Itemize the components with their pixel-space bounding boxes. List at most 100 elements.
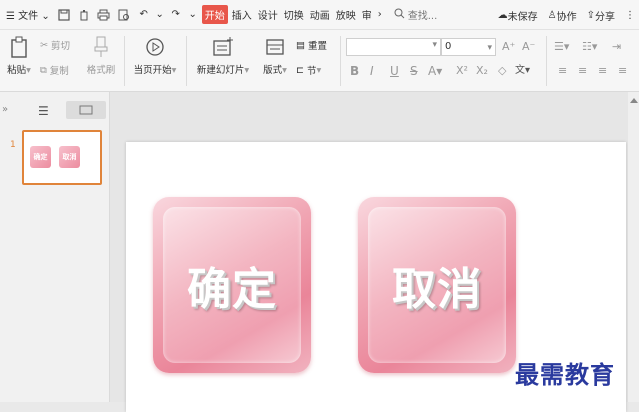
share-button[interactable]: ⇪ 分享 (587, 8, 615, 23)
font-color-icon[interactable]: A▾ (428, 64, 442, 78)
search-placeholder: 查找... (407, 11, 438, 22)
font-size-select[interactable]: 0 ▾ (441, 38, 496, 56)
collaborate-button[interactable]: ♙ 协作 (548, 8, 577, 23)
scroll-up-icon[interactable] (630, 98, 638, 103)
copy-label: 复制 (49, 66, 69, 77)
print-preview-icon[interactable] (116, 7, 132, 23)
play-from-current-label: 当页开始 (133, 65, 172, 76)
unsaved-button[interactable]: ☁ 未保存 (498, 8, 538, 23)
undo-dropdown-icon[interactable]: ⌄ (156, 7, 164, 23)
cut-label: 剪切 (50, 41, 70, 52)
ribbon-separator (546, 36, 547, 86)
layout-dropdown-icon: ▾ (282, 65, 287, 76)
increase-font-icon[interactable]: A⁺ (502, 40, 515, 53)
collapse-panel-icon[interactable]: » (2, 104, 8, 115)
share-label: 分享 (595, 11, 615, 23)
tab-transitions[interactable]: 切换 (282, 7, 306, 22)
vertical-scrollbar[interactable] (628, 92, 639, 402)
search-icon (394, 8, 405, 22)
layout-icon (266, 39, 284, 55)
print-icon[interactable] (96, 7, 112, 23)
clear-format-icon[interactable]: ◇ (498, 64, 506, 77)
cloud-icon: ☁ (497, 9, 508, 21)
align-left-icon[interactable]: ≡ (558, 64, 567, 77)
numbered-list-icon[interactable]: ☷▾ (582, 40, 597, 53)
strikethrough-icon[interactable]: S (410, 64, 418, 78)
ribbon: 粘贴▾ ✂ 剪切 ⧉ 复制 格式刷 当页开始▾ 新建幻灯片▾ 版式▾ ▤ 重置 … (0, 30, 639, 92)
file-menu-label: 文件 (18, 11, 39, 22)
more-tabs-arrow[interactable]: › (376, 9, 384, 20)
watermark-text: 最需教育 (515, 360, 615, 389)
paste-label: 粘贴 (7, 65, 27, 76)
chevron-down-icon: ▾ (487, 43, 492, 53)
indent-icon[interactable]: ⇥ (612, 40, 621, 53)
reset-button[interactable]: ▤ 重置 (296, 38, 327, 53)
file-menu[interactable]: ☰ 文件 ⌄ (6, 7, 50, 22)
new-slide-button[interactable]: 新建幻灯片▾ (193, 36, 253, 76)
section-icon: ⊏ (296, 64, 304, 76)
redo-icon[interactable]: ↷ (168, 7, 184, 23)
align-right-icon[interactable]: ≡ (598, 64, 607, 77)
play-icon (146, 38, 164, 56)
copy-button[interactable]: ⧉ 复制 (40, 63, 69, 78)
phonetic-guide-icon[interactable]: 文▾ (515, 61, 530, 76)
new-slide-icon (213, 37, 233, 56)
section-dropdown-icon: ▾ (316, 64, 322, 76)
ribbon-separator (124, 36, 125, 86)
tab-insert[interactable]: 插入 (230, 7, 254, 22)
save-icon[interactable] (56, 7, 72, 23)
paste-button[interactable]: 粘贴▾ (4, 36, 34, 76)
more-options-icon[interactable]: ⋮ (625, 10, 635, 21)
format-painter-button[interactable]: 格式刷 (84, 36, 118, 76)
clipboard-icon[interactable] (76, 7, 92, 23)
underline-icon[interactable]: U (390, 64, 399, 78)
cancel-button-text: 取消 (392, 264, 482, 315)
outline-view-icon[interactable]: ☰ (38, 104, 49, 118)
hamburger-icon: ☰ (6, 11, 15, 22)
format-painter-label: 格式刷 (86, 65, 116, 76)
collaborate-label: 协作 (556, 11, 577, 23)
tab-design[interactable]: 设计 (256, 7, 280, 22)
slide-view-icon[interactable] (66, 101, 106, 119)
cancel-button-inner: 取消 (368, 207, 506, 363)
bold-icon[interactable]: B (350, 64, 359, 78)
slide-thumbnail[interactable]: 确定 取消 (22, 130, 102, 185)
search-box[interactable]: 查找... (394, 7, 438, 22)
tab-animation[interactable]: 动画 (308, 7, 332, 22)
reset-label: 重置 (307, 41, 327, 52)
ribbon-separator (340, 36, 341, 86)
font-name-select[interactable]: ▾ (346, 38, 441, 56)
chevron-down-icon: ⌄ (41, 11, 50, 22)
confirm-button-inner: 确定 (163, 207, 301, 363)
layout-label: 版式 (263, 65, 283, 76)
tab-review[interactable]: 审 (360, 7, 374, 22)
right-operations: ☁ 未保存 ♙ 协作 ⇪ 分享 ⋮ (498, 0, 639, 30)
layout-button[interactable]: 版式▾ (258, 36, 292, 76)
justify-icon[interactable]: ≡ (618, 64, 627, 77)
reset-icon: ▤ (296, 39, 305, 51)
ribbon-separator (186, 36, 187, 86)
chevron-down-icon: ▾ (432, 40, 437, 50)
person-icon: ♙ (547, 9, 557, 21)
play-dropdown-icon: ▾ (171, 65, 177, 76)
superscript-icon[interactable]: X² (456, 64, 468, 77)
confirm-button-shape[interactable]: 确定 (153, 197, 311, 373)
confirm-button-text: 确定 (187, 264, 277, 315)
play-from-current-button[interactable]: 当页开始▾ (130, 36, 180, 76)
undo-icon[interactable]: ↶ (136, 7, 152, 23)
decrease-font-icon[interactable]: A⁻ (522, 40, 535, 53)
subscript-icon[interactable]: X₂ (476, 64, 488, 77)
share-icon: ⇪ (586, 9, 595, 21)
tab-slideshow[interactable]: 放映 (334, 7, 358, 22)
section-button[interactable]: ⊏ 节 ▾ (296, 63, 322, 78)
align-center-icon[interactable]: ≡ (578, 64, 587, 77)
new-slide-dropdown-icon: ▾ (244, 65, 250, 76)
slide-number: 1 (10, 140, 16, 150)
mini-confirm-button: 确定 (30, 146, 51, 168)
cut-button[interactable]: ✂ 剪切 (40, 38, 70, 53)
cancel-button-shape[interactable]: 取消 (358, 197, 516, 373)
bullet-list-icon[interactable]: ☰▾ (554, 40, 569, 53)
tab-home[interactable]: 开始 (201, 5, 228, 24)
more-quick-access-icon[interactable]: ⌄ (188, 7, 198, 23)
italic-icon[interactable]: I (370, 64, 374, 78)
